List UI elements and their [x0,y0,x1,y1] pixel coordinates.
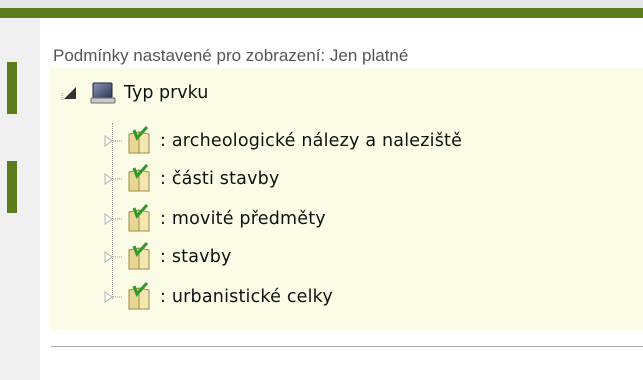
tree-root-label: Typ prvku [124,83,209,103]
left-accent-tab [7,161,17,213]
left-gutter [0,18,40,380]
tree-item[interactable]: : movité předměty [101,203,326,234]
expand-toggle-icon[interactable] [101,169,123,189]
folder-check-icon [125,241,159,272]
element-type-tree: Typ prvku : archeologické nálezy a nalez… [50,68,643,330]
folder-check-icon [125,281,159,312]
tree-item[interactable]: : urbanistické celky [101,281,333,312]
folder-check-icon [125,163,159,194]
tree-item-label: : movité předměty [160,209,326,229]
expand-toggle-icon[interactable] [101,287,123,307]
tree-item[interactable]: : archeologické nálezy a naleziště [101,125,463,156]
tree-root-node[interactable]: Typ prvku [59,80,208,106]
display-conditions-text: Podmínky nastavené pro zobrazení: Jen pl… [53,46,409,65]
collapse-toggle-icon[interactable] [59,82,81,104]
tree-item[interactable]: : stavby [101,241,232,272]
divider [51,346,643,347]
monitor-icon [89,81,117,105]
expand-toggle-icon[interactable] [101,209,123,229]
tree-item-label: : stavby [160,247,232,267]
content-panel: Podmínky nastavené pro zobrazení: Jen pl… [40,18,643,380]
folder-check-icon [125,203,159,234]
tree-item-label: : části stavby [160,169,280,189]
expand-toggle-icon[interactable] [101,247,123,267]
tree-item-label: : urbanistické celky [160,287,333,307]
folder-check-icon [125,125,159,156]
left-accent-tab [7,62,17,114]
header-bar [0,8,643,18]
expand-toggle-icon[interactable] [101,131,123,151]
tree-item[interactable]: : části stavby [101,163,280,194]
tree-item-label: : archeologické nálezy a naleziště [160,131,463,151]
top-strip [0,0,643,8]
